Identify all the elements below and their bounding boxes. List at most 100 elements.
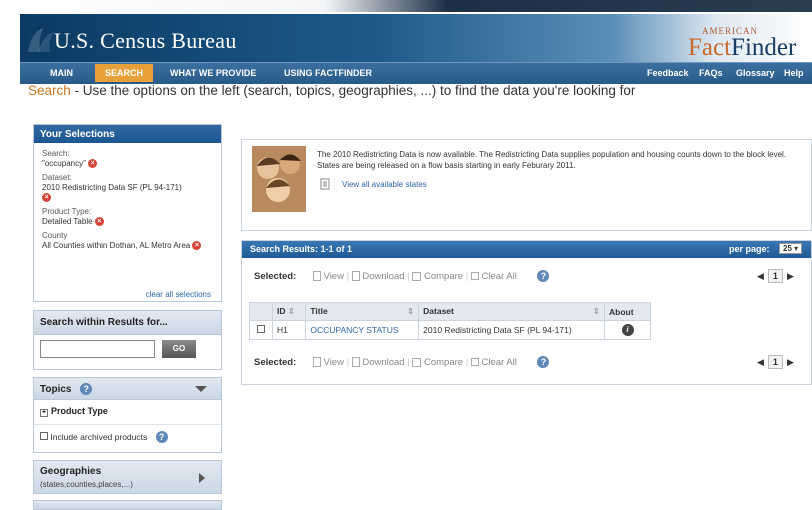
- info-icon[interactable]: i: [621, 324, 634, 336]
- nav-search[interactable]: SEARCH: [95, 64, 154, 82]
- toolbar-help-icon[interactable]: ?: [537, 270, 550, 282]
- census-seal-icon: [28, 28, 54, 52]
- compare-button[interactable]: Compare: [412, 271, 463, 282]
- prev-page-arrow[interactable]: ◀: [757, 271, 764, 281]
- results-toolbar-top: Selected: View | Download | Compare | Cl…: [254, 270, 664, 282]
- next-panel-edge: [33, 500, 222, 510]
- pagination-top: ◀ 1 ▶: [757, 269, 794, 283]
- page-number-bottom[interactable]: 1: [767, 355, 783, 369]
- search-selection: "occupancy" ×: [42, 159, 213, 169]
- col-id[interactable]: ID ⇕: [271, 302, 307, 321]
- col-about: About: [604, 302, 651, 321]
- view-all-states-link[interactable]: View all available states: [342, 180, 427, 189]
- include-archived-label: Include archived products: [50, 432, 148, 442]
- archived-help-icon[interactable]: ?: [155, 431, 168, 443]
- view-button[interactable]: View: [312, 271, 344, 282]
- per-page-select[interactable]: 25 ▾: [779, 243, 803, 254]
- topics-header[interactable]: Topics ?: [34, 378, 221, 400]
- row-title-link[interactable]: OCCUPANCY STATUS: [305, 320, 420, 340]
- brand-logo[interactable]: FactFinder: [688, 34, 796, 62]
- chevron-right-icon[interactable]: [199, 473, 205, 483]
- compare-icon: [412, 271, 422, 281]
- topics-help-icon[interactable]: ?: [80, 383, 93, 395]
- main-navbar: MAIN SEARCH WHAT WE PROVIDE USING FACTFI…: [20, 62, 812, 84]
- county-label: County: [42, 231, 68, 240]
- your-selections-panel: Your Selections Search: "occupancy" × Da…: [33, 124, 222, 302]
- product-type-tree-item[interactable]: + Product Type: [40, 406, 108, 417]
- results-table: ID ⇕ Title ⇕ Dataset ⇕ About H1 OCCUPANC…: [249, 302, 651, 340]
- pagination-bottom: ◀ 1 ▶: [757, 355, 794, 369]
- clear-all-selections-link[interactable]: clear all selections: [146, 290, 211, 299]
- search-within-input[interactable]: [40, 340, 155, 358]
- table-row: H1 OCCUPANCY STATUS 2010 Redistricting D…: [249, 320, 651, 340]
- nav-help[interactable]: Help: [784, 68, 804, 78]
- nav-faqs[interactable]: FAQs: [699, 68, 723, 78]
- topics-panel: Topics ? + Product Type Include archived …: [33, 377, 222, 453]
- dataset-label: Dataset:: [42, 173, 72, 182]
- download-button-bottom[interactable]: Download: [351, 357, 405, 368]
- remove-search-icon[interactable]: ×: [88, 159, 98, 169]
- view-button-bottom[interactable]: View: [312, 357, 344, 368]
- remove-dataset-icon[interactable]: ×: [42, 193, 51, 203]
- toolbar-help-icon-bottom[interactable]: ?: [537, 356, 550, 368]
- product-type-label: Product Type:: [42, 207, 92, 216]
- children-photo-icon: [252, 146, 306, 212]
- nav-what-we-provide[interactable]: WHAT WE PROVIDE: [170, 68, 256, 78]
- dataset-selection: 2010 Redistricting Data SF (PL 94-171) ×: [42, 183, 182, 203]
- include-archived-checkbox[interactable]: [40, 432, 48, 440]
- county-selection: All Counties within Dothan, AL Metro Are…: [42, 241, 202, 251]
- row-checkbox[interactable]: [256, 325, 265, 333]
- col-title[interactable]: Title ⇕: [305, 302, 420, 321]
- your-selections-header: Your Selections: [34, 125, 221, 143]
- clear-all-button-bottom[interactable]: Clear All: [470, 357, 517, 368]
- page-number[interactable]: 1: [767, 269, 783, 283]
- download-button[interactable]: Download: [351, 271, 405, 282]
- results-count: Search Results: 1-1 of 1: [250, 244, 353, 254]
- nav-main[interactable]: MAIN: [50, 68, 73, 78]
- download-icon: [351, 271, 360, 282]
- site-banner: U.S. Census Bureau AMERICAN FactFinder: [20, 14, 812, 62]
- search-label: Search:: [42, 149, 70, 158]
- agency-name[interactable]: U.S. Census Bureau: [54, 28, 237, 54]
- view-icon: [312, 271, 321, 282]
- per-page-label: per page:: [729, 244, 770, 254]
- next-page-arrow[interactable]: ▶: [787, 271, 794, 281]
- geographies-panel[interactable]: Geographies (states,counties,places,...): [33, 460, 222, 494]
- search-within-panel: Search within Results for... GO: [33, 310, 222, 370]
- topics-title: Topics: [40, 384, 72, 395]
- product-type-selection: Detailed Table ×: [42, 217, 213, 227]
- clear-all-icon: [470, 358, 479, 367]
- clear-all-icon: [470, 272, 479, 281]
- row-dataset: 2010 Redistricting Data SF (PL 94-171): [418, 320, 606, 340]
- page-title: Search - Use the options on the left (se…: [28, 83, 636, 98]
- notice-text: The 2010 Redistricting Data is now avail…: [317, 150, 787, 170]
- nav-glossary[interactable]: Glossary: [736, 68, 775, 78]
- go-button[interactable]: GO: [162, 340, 196, 358]
- results-header: Search Results: 1-1 of 1 per page: 25 ▾: [242, 241, 811, 258]
- remove-county-icon[interactable]: ×: [192, 241, 202, 251]
- geographies-title: Geographies: [40, 466, 102, 477]
- clear-all-button[interactable]: Clear All: [470, 271, 517, 282]
- expand-plus-icon[interactable]: +: [40, 409, 48, 417]
- nav-using-factfinder[interactable]: USING FACTFINDER: [284, 68, 372, 78]
- notice-panel: The 2010 Redistricting Data is now avail…: [241, 139, 812, 231]
- nav-feedback[interactable]: Feedback: [647, 68, 689, 78]
- document-icon: [320, 178, 330, 190]
- results-toolbar-bottom: Selected: View | Download | Compare | Cl…: [254, 356, 664, 368]
- view-icon: [312, 357, 321, 368]
- selected-label-bottom: Selected:: [254, 357, 297, 368]
- browser-top-strip: [0, 0, 812, 12]
- row-id: H1: [271, 320, 307, 340]
- chevron-down-icon[interactable]: [195, 386, 207, 392]
- geographies-subtitle: (states,counties,places,...): [40, 480, 133, 489]
- search-within-header: Search within Results for...: [34, 311, 221, 335]
- next-page-arrow-bottom[interactable]: ▶: [787, 357, 794, 367]
- compare-button-bottom[interactable]: Compare: [412, 357, 463, 368]
- compare-icon: [412, 357, 422, 367]
- col-dataset[interactable]: Dataset ⇕: [418, 302, 606, 321]
- prev-page-arrow-bottom[interactable]: ◀: [757, 357, 764, 367]
- remove-product-type-icon[interactable]: ×: [94, 217, 104, 227]
- download-icon: [351, 357, 360, 368]
- include-archived-row: Include archived products ?: [40, 431, 168, 443]
- selected-label: Selected:: [254, 271, 297, 282]
